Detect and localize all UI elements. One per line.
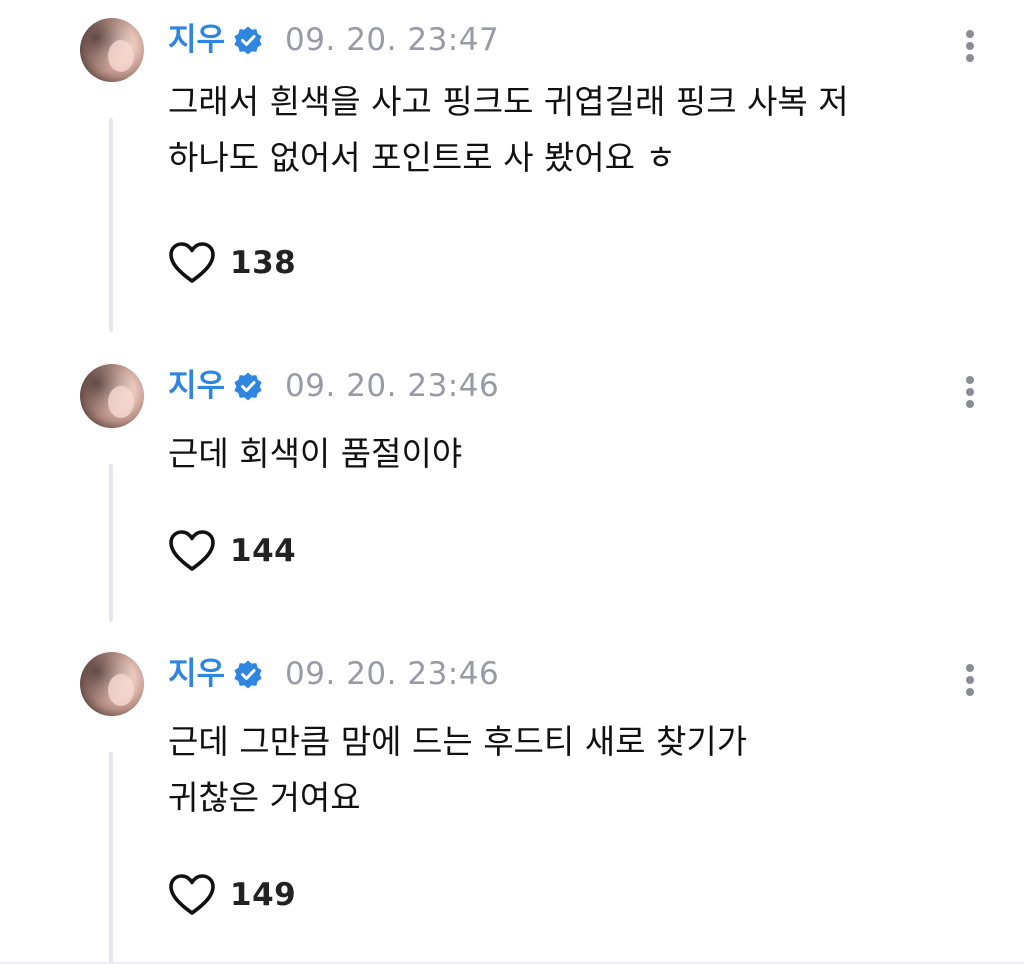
post-header: 지우 09. 20. 23:46: [168, 654, 499, 694]
more-options-icon[interactable]: [956, 370, 984, 410]
author-name[interactable]: 지우: [168, 366, 225, 406]
post-text: 근데 그만큼 맘에 드는 후드티 새로 찾기가 귀찮은 거여요: [168, 714, 968, 826]
post-timestamp: 09. 20. 23:46: [285, 656, 500, 692]
post-text: 그래서 흰색을 사고 핑크도 귀엽길래 핑크 사복 저 하나도 없어서 포인트로…: [168, 74, 968, 186]
heart-outline-icon[interactable]: [168, 241, 216, 285]
like-row: 138: [168, 238, 296, 288]
like-count: 149: [230, 877, 297, 913]
verified-badge-icon: [233, 25, 263, 55]
more-options-icon[interactable]: [956, 658, 984, 698]
like-count: 138: [230, 245, 297, 281]
post-text-line: 근데 그만큼 맘에 드는 후드티 새로 찾기가: [168, 722, 748, 761]
thread-line: [109, 118, 113, 332]
author-name[interactable]: 지우: [168, 20, 225, 60]
post-text-line: 그래서 흰색을 사고 핑크도 귀엽길래 핑크 사복 저: [168, 82, 849, 121]
heart-outline-icon[interactable]: [168, 873, 216, 917]
post-timestamp: 09. 20. 23:46: [285, 368, 500, 404]
thread-line: [109, 464, 113, 622]
avatar[interactable]: [80, 652, 144, 716]
verified-badge-icon: [233, 371, 263, 401]
post-header: 지우 09. 20. 23:46: [168, 366, 499, 406]
thread-line: [109, 752, 113, 964]
post-timestamp: 09. 20. 23:47: [285, 22, 500, 58]
post-text-line: 근데 회색이 품절이야: [168, 434, 463, 473]
post-header: 지우 09. 20. 23:47: [168, 20, 499, 60]
like-count: 144: [230, 533, 297, 569]
post-text-line: 하나도 없어서 포인트로 사 봤어요 ㅎ: [168, 138, 676, 177]
avatar[interactable]: [80, 364, 144, 428]
avatar[interactable]: [80, 18, 144, 82]
post-text-line: 귀찮은 거여요: [168, 778, 361, 817]
like-row: 149: [168, 870, 296, 920]
author-name[interactable]: 지우: [168, 654, 225, 694]
post-text: 근데 회색이 품절이야: [168, 426, 968, 482]
like-row: 144: [168, 526, 296, 576]
verified-badge-icon: [233, 659, 263, 689]
more-options-icon[interactable]: [956, 24, 984, 64]
heart-outline-icon[interactable]: [168, 529, 216, 573]
